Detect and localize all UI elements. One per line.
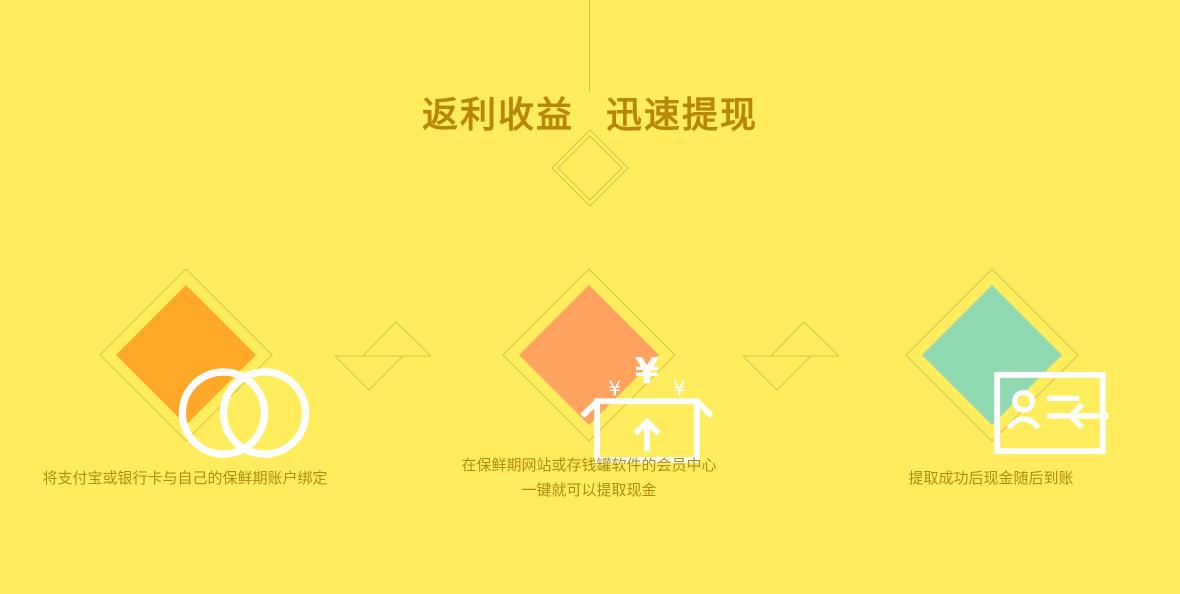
- step-3-caption: 提取成功后现金随后到账: [826, 466, 1156, 491]
- step-bind-account: [98, 267, 310, 458]
- step-2-caption-line-1: 在保鲜期网站或存钱罐软件的会员中心: [461, 456, 717, 474]
- step-2-caption: 在保鲜期网站或存钱罐软件的会员中心 一键就可以提取现金: [424, 453, 754, 503]
- step-withdraw-cash: ¥ ¥ ¥: [501, 267, 714, 463]
- step-1-caption: 将支付宝或银行卡与自己的保鲜期账户绑定: [20, 466, 350, 491]
- svg-text:¥: ¥: [673, 376, 686, 400]
- connector-diamond-1: [334, 321, 432, 391]
- svg-text:¥: ¥: [635, 352, 660, 393]
- step-receive-cash: [904, 267, 1109, 455]
- step-3-caption-line-1: 提取成功后现金随后到账: [908, 469, 1074, 487]
- top-divider-line: [589, 0, 590, 92]
- step-2-caption-line-2: 一键就可以提取现金: [521, 481, 657, 499]
- step-1-caption-line-1: 将支付宝或银行卡与自己的保鲜期账户绑定: [42, 469, 328, 487]
- connector-diamond-2: [742, 321, 840, 391]
- title-diamond-ornament: [551, 129, 629, 207]
- svg-text:¥: ¥: [608, 376, 621, 400]
